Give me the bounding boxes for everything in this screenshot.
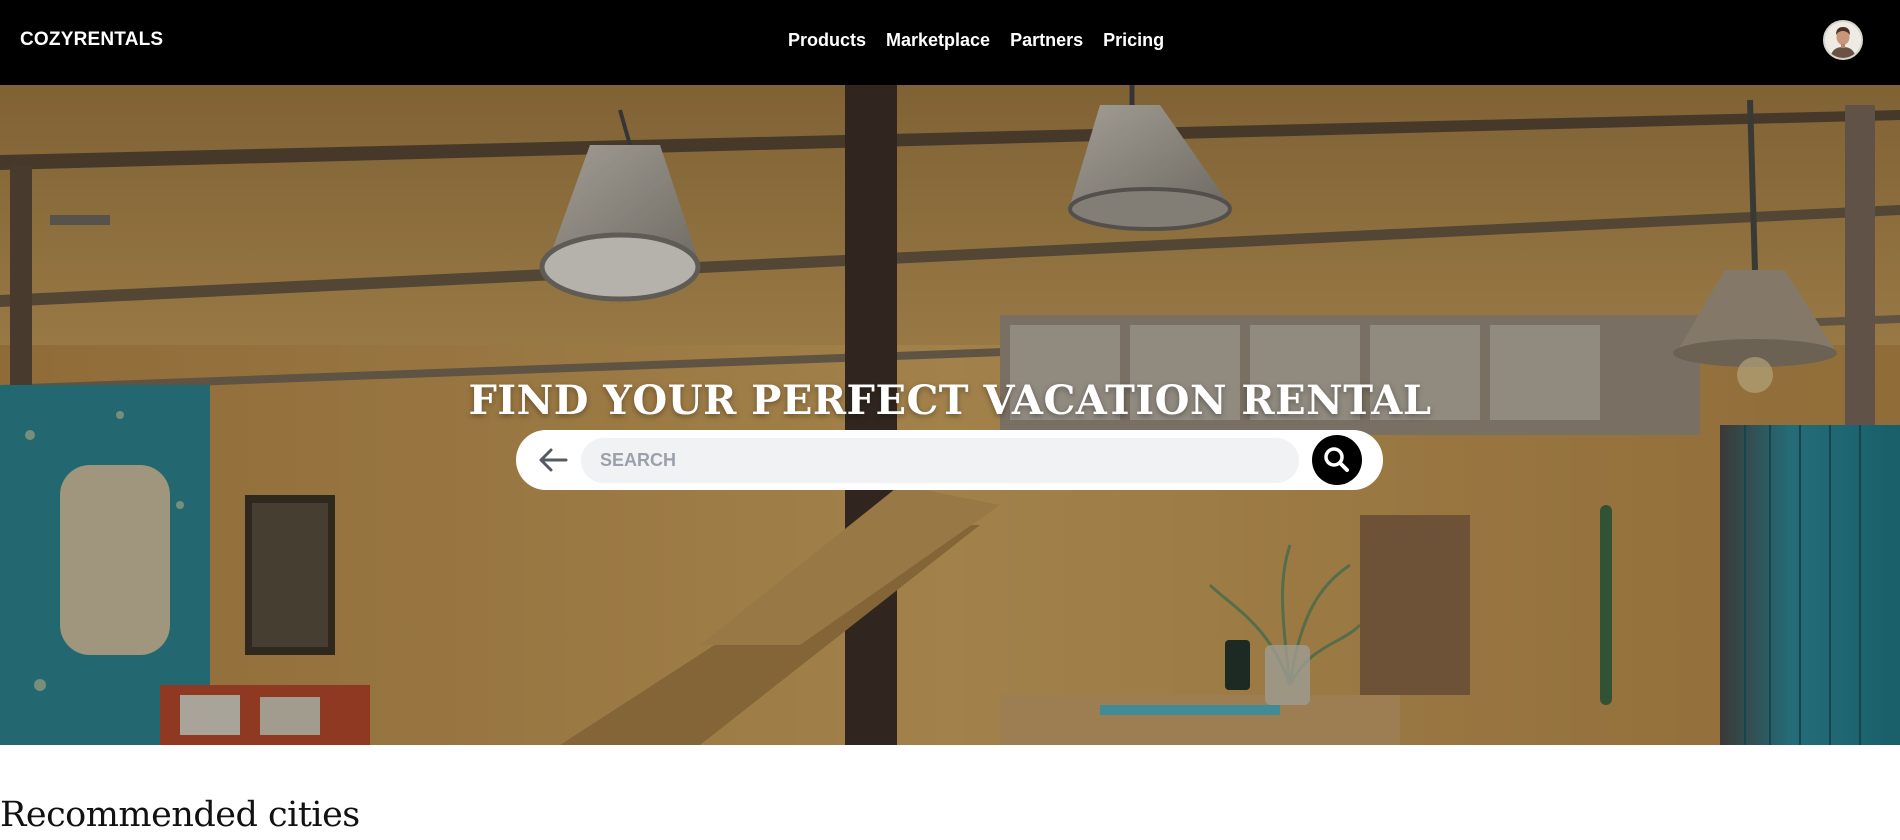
hero-title: FIND YOUR PERFECT VACATION RENTAL [468, 376, 1432, 424]
arrow-left-icon [539, 448, 568, 472]
search-bar [516, 430, 1383, 490]
top-navbar: COZYRENTALS Products Marketplace Partner… [0, 0, 1900, 85]
brand-logo[interactable]: COZYRENTALS [20, 29, 163, 51]
search-input[interactable] [581, 438, 1299, 483]
user-avatar[interactable] [1823, 20, 1863, 60]
main-nav: Products Marketplace Partners Pricing [788, 30, 1164, 51]
nav-link-marketplace[interactable]: Marketplace [886, 30, 990, 51]
nav-link-products[interactable]: Products [788, 30, 866, 51]
search-button[interactable] [1312, 435, 1362, 485]
nav-link-partners[interactable]: Partners [1010, 30, 1083, 51]
nav-link-pricing[interactable]: Pricing [1103, 30, 1164, 51]
back-button[interactable] [536, 444, 570, 476]
search-icon [1324, 447, 1349, 472]
person-icon [1825, 22, 1861, 58]
hero-banner: FIND YOUR PERFECT VACATION RENTAL [0, 85, 1900, 745]
section-title-recommended-cities: Recommended cities [0, 795, 360, 835]
